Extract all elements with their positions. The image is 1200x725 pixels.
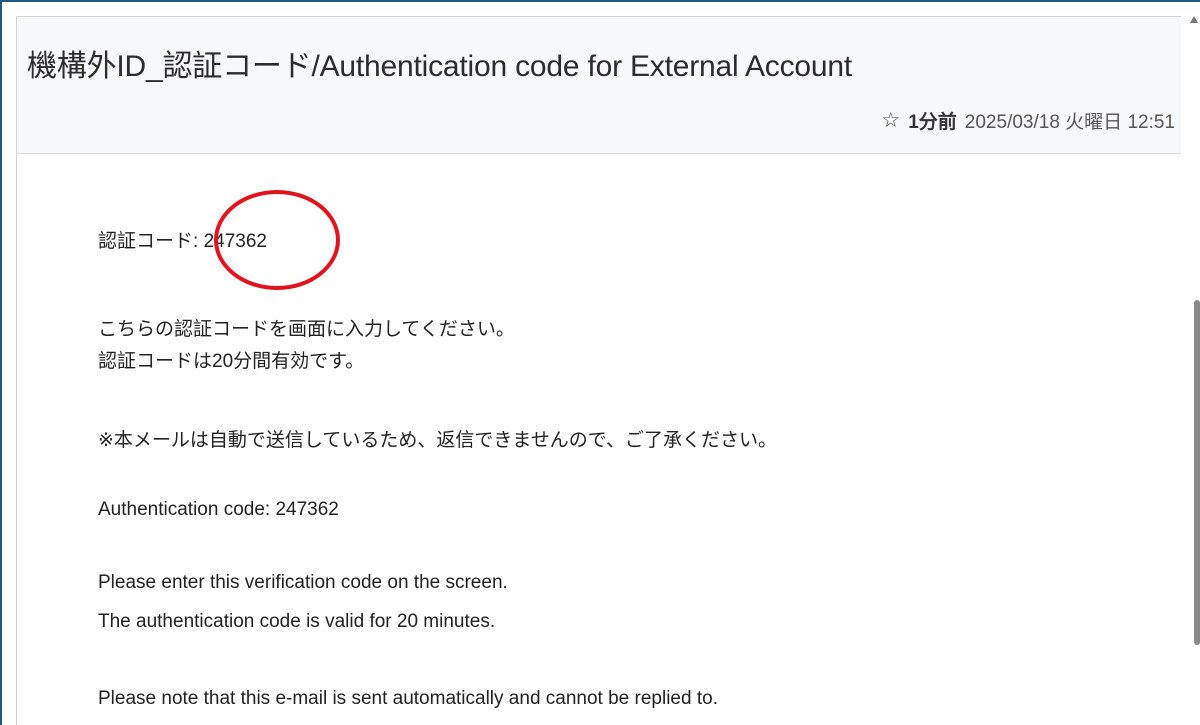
email-date: 2025/03/18 火曜日 12:51 — [964, 112, 1175, 133]
notice-en: Please note that this e-mail is sent aut… — [98, 688, 718, 709]
code-line-ja: 認証コード: 247362 — [98, 226, 267, 253]
notice-ja: ※本メールは自動で送信しているため、返信できませんので、ご了承ください。 — [98, 430, 778, 451]
instruction-ja-1: こちらの認証コードを画面に入力してください。 — [98, 319, 515, 340]
email-meta: ☆ 1分前 2025/03/18 火曜日 12:51 — [881, 107, 1175, 134]
email-viewer: 機構外ID_認証コード/Authentication code for Exte… — [0, 0, 1200, 725]
star-icon[interactable]: ☆ — [881, 110, 900, 131]
code-line-en: Authentication code: 247362 — [98, 499, 339, 520]
scrollbar-thumb[interactable] — [1194, 300, 1200, 645]
relative-time: 1分前 — [908, 112, 957, 133]
email-body: 認証コード: 247362 こちらの認証コードを画面に入力してください。 認証コ… — [16, 154, 1181, 725]
email-subject: 機構外ID_認証コード/Authentication code for Exte… — [27, 50, 852, 83]
code-label-ja: 認証コード — [98, 231, 194, 252]
instruction-en-1: Please enter this verification code on t… — [98, 572, 508, 593]
code-value-ja: : 247362 — [193, 231, 267, 252]
instruction-ja-2: 認証コードは20分間有効です。 — [98, 351, 365, 372]
instruction-en-2: The authentication code is valid for 20 … — [98, 611, 496, 632]
scroll-up-arrow-icon[interactable] — [1190, 16, 1198, 23]
email-header: 機構外ID_認証コード/Authentication code for Exte… — [16, 16, 1181, 154]
